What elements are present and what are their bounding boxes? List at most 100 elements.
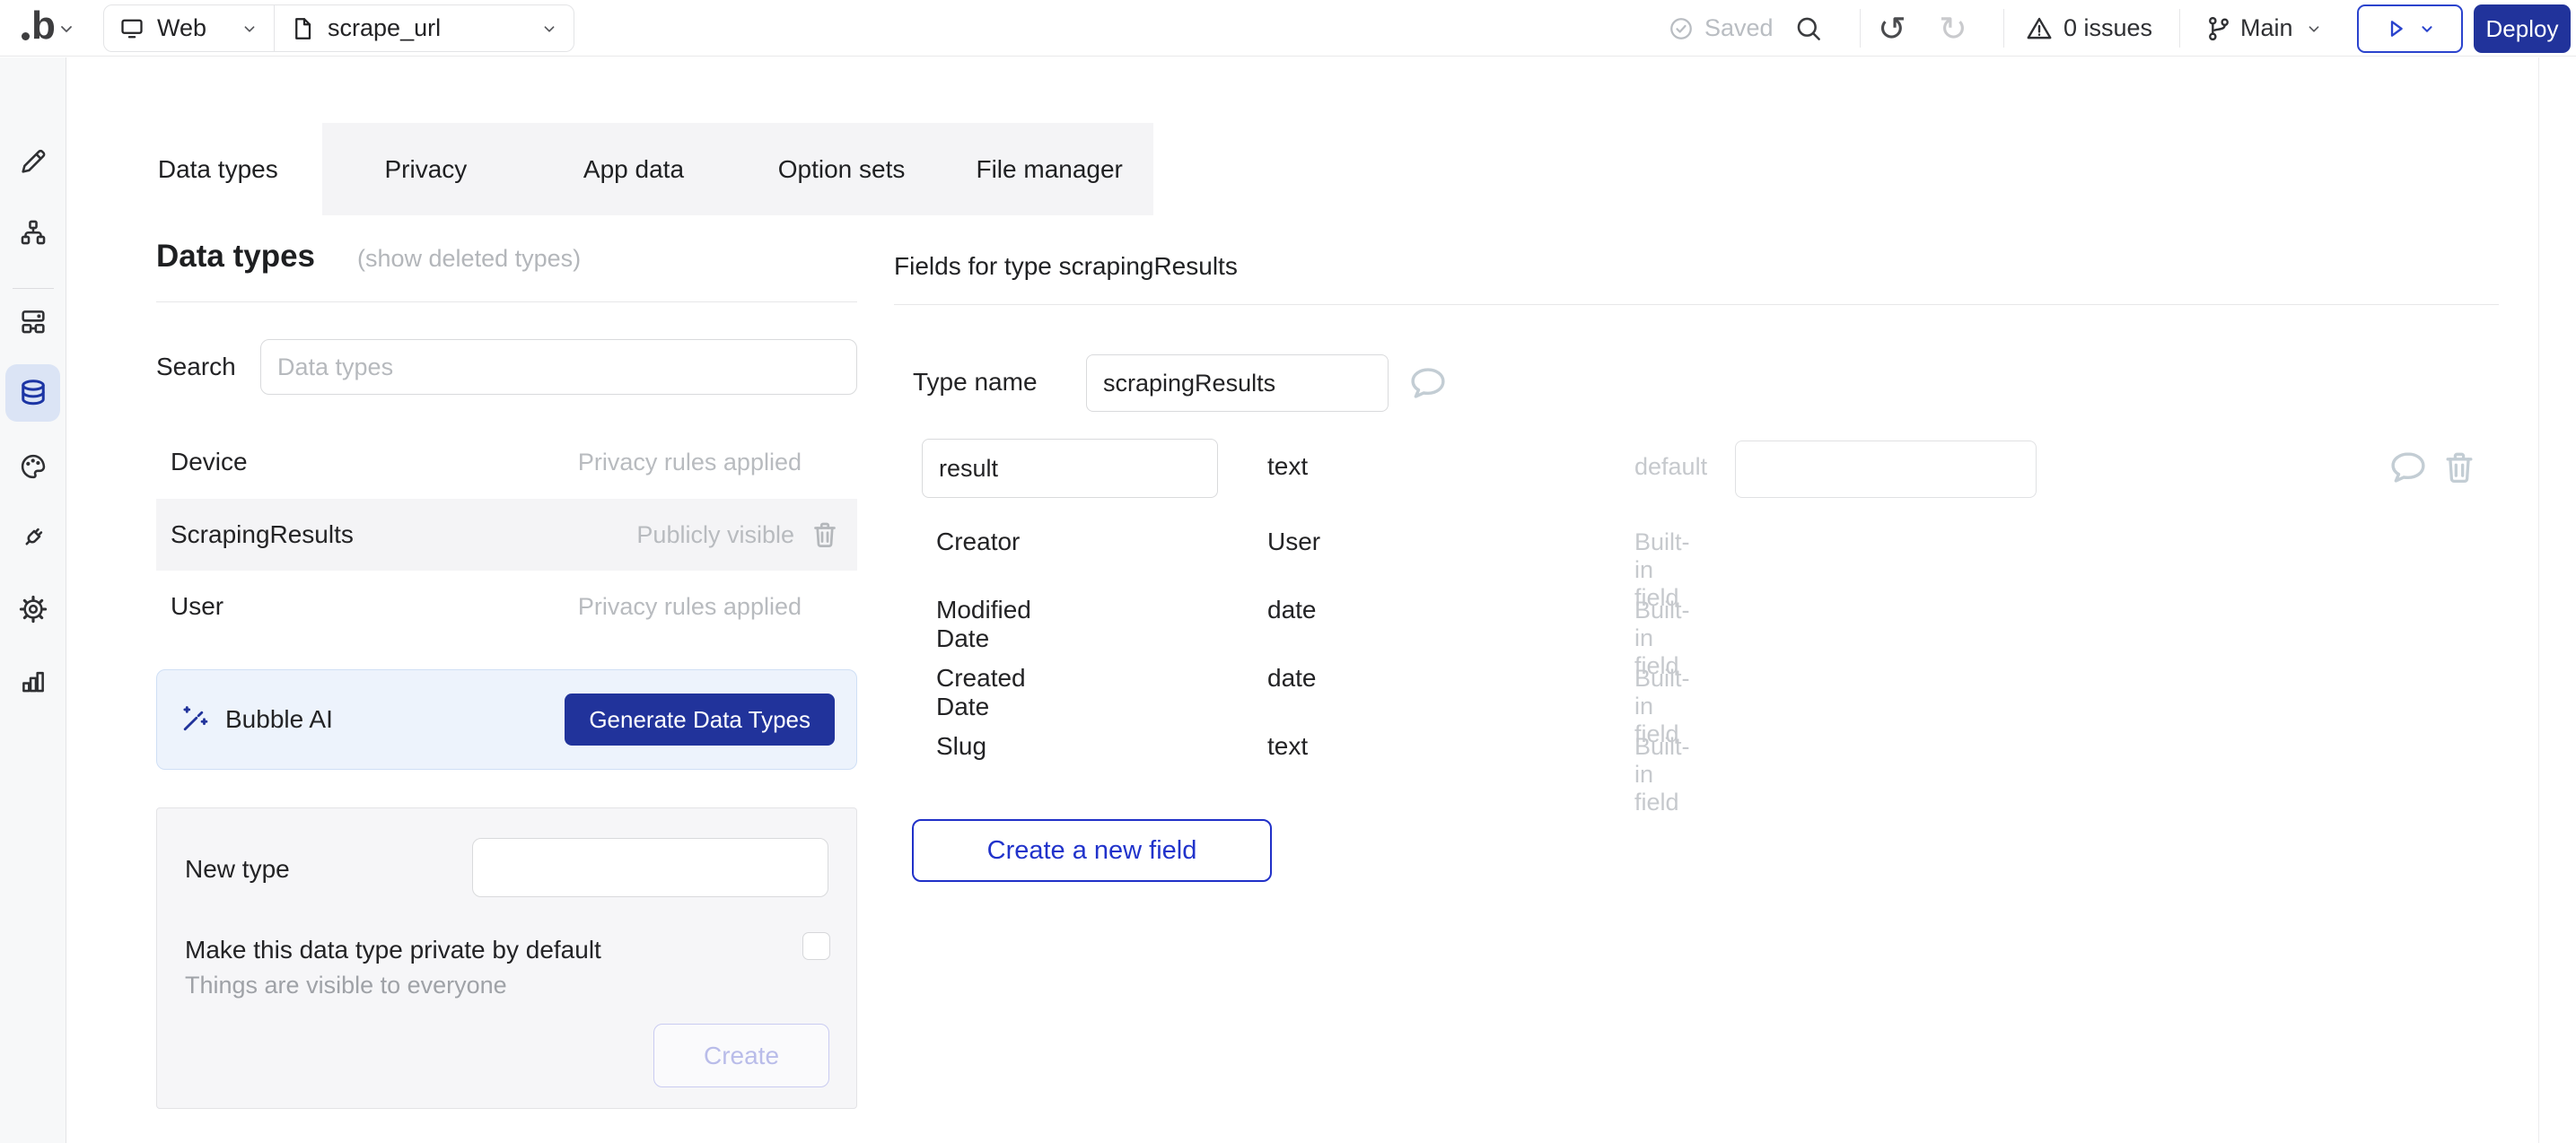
platform-dropdown[interactable]: Web [104, 5, 274, 51]
page-title: Data types [156, 239, 315, 275]
toolbar-separator [2179, 9, 2180, 48]
right-panel-divider [894, 304, 2499, 305]
field-comment-icon[interactable] [2388, 447, 2429, 488]
type-name: ScrapingResults [171, 520, 354, 549]
sidebar-item-logs[interactable] [18, 665, 48, 695]
branch-chevron-down-icon [2304, 19, 2324, 39]
create-type-button[interactable]: Create [653, 1024, 829, 1087]
type-comment-icon[interactable] [1407, 362, 1449, 404]
builtin-field-type: text [1267, 732, 1308, 761]
bubble-logo[interactable]: b [22, 5, 56, 47]
warning-triangle-icon [2025, 14, 2054, 43]
undo-icon: ↺ [1878, 12, 1906, 46]
field-default-input[interactable] [1735, 441, 2037, 498]
builtin-field-flag: Built-in field [1634, 733, 1690, 816]
private-by-default-checkbox[interactable] [802, 932, 830, 960]
left-nav-rail [0, 57, 66, 1143]
git-branch-icon [2204, 14, 2233, 43]
sidebar-item-settings[interactable] [18, 594, 48, 624]
database-icon [17, 377, 49, 409]
issues-indicator[interactable]: 0 issues [2025, 0, 2152, 57]
search-label: Search [156, 353, 260, 381]
file-icon [289, 15, 316, 42]
toolbar-separator [1860, 9, 1861, 48]
type-status: Publicly visible [636, 521, 794, 549]
toolbar-separator [2003, 9, 2004, 48]
tab-app-data[interactable]: App data [530, 123, 738, 215]
new-type-input[interactable] [472, 838, 828, 897]
type-row-device[interactable]: Device Privacy rules applied [156, 426, 857, 498]
play-icon [2383, 16, 2408, 41]
tab-file-manager[interactable]: File manager [945, 123, 1153, 215]
search-row: Search [156, 339, 857, 395]
platform-chevron-down-icon [240, 19, 259, 39]
sidebar-item-data[interactable] [5, 364, 60, 422]
undo-button[interactable]: ↺ [1878, 0, 1906, 57]
search-button[interactable] [1793, 0, 1824, 57]
type-status: Privacy rules applied [578, 449, 802, 476]
type-row-scrapingresults[interactable]: ScrapingResults Publicly visible [156, 499, 857, 571]
type-status: Privacy rules applied [578, 593, 802, 621]
content-right-edge [2538, 57, 2539, 1143]
preview-button[interactable] [2357, 4, 2463, 53]
sidebar-item-workflows[interactable] [18, 217, 48, 248]
rail-divider [13, 288, 54, 289]
field-trash-icon[interactable] [2440, 448, 2481, 489]
visibility-note: Things are visible to everyone [185, 972, 507, 999]
new-type-label: New type [185, 855, 290, 884]
data-section-tabs: Data types Privacy App data Option sets … [114, 123, 1153, 215]
type-name-label: Type name [913, 368, 1038, 397]
show-deleted-types-link[interactable]: (show deleted types) [357, 245, 581, 273]
type-row-user[interactable]: User Privacy rules applied [156, 571, 857, 642]
logo-letter: b [31, 5, 56, 47]
logo-dot [22, 32, 30, 40]
field-type-label[interactable]: text [1267, 452, 1308, 481]
blocks-icon [18, 306, 48, 336]
type-name-input[interactable] [1086, 354, 1389, 412]
redo-icon: ↻ [1939, 12, 1967, 46]
delete-type-trash-icon[interactable] [809, 519, 841, 551]
deploy-label: Deploy [2486, 15, 2559, 43]
preview-chevron-down-icon[interactable] [2417, 19, 2437, 39]
sidebar-item-styles[interactable] [18, 451, 48, 482]
tab-privacy[interactable]: Privacy [322, 123, 530, 215]
bubble-editor: b Web scrape_url [0, 0, 2576, 1143]
platform-label: Web [157, 14, 206, 42]
branch-selector[interactable]: Main [2204, 0, 2324, 57]
fields-heading: Fields for type scrapingResults [894, 252, 1238, 281]
builtin-field-type: date [1267, 664, 1317, 693]
new-type-panel: New type Make this data type private by … [156, 807, 857, 1109]
logo-menu-chevron-down-icon[interactable] [56, 18, 77, 39]
sidebar-item-plugins[interactable] [18, 522, 48, 553]
deploy-button[interactable]: Deploy [2474, 4, 2571, 53]
page-dropdown[interactable]: scrape_url [275, 5, 574, 51]
create-new-field-button[interactable]: Create a new field [912, 819, 1272, 882]
saved-label: Saved [1704, 14, 1774, 42]
builtin-field-name: Slug [936, 732, 986, 761]
field-name-input[interactable] [922, 439, 1218, 498]
top-toolbar: b Web scrape_url [0, 0, 2576, 57]
private-by-default-label: Make this data type private by default [185, 936, 601, 964]
bubble-ai-label: Bubble AI [225, 705, 333, 734]
sitemap-icon [18, 217, 48, 248]
bar-chart-icon [18, 665, 48, 695]
left-panel-divider [156, 301, 857, 302]
sidebar-item-design[interactable] [18, 146, 48, 177]
saved-status: Saved [1668, 0, 1774, 57]
tab-data-types[interactable]: Data types [114, 123, 322, 215]
redo-button[interactable]: ↻ [1939, 0, 1967, 57]
builtin-field-name: Modified Date [936, 596, 1031, 653]
field-default-label: default [1634, 453, 1707, 481]
sidebar-item-components[interactable] [18, 306, 48, 336]
tab-option-sets[interactable]: Option sets [738, 123, 946, 215]
bubble-ai-panel: Bubble AI Generate Data Types [156, 669, 857, 770]
app-context-selector: Web scrape_url [103, 4, 574, 52]
search-input[interactable] [260, 339, 857, 395]
plug-icon [18, 522, 48, 553]
generate-data-types-button[interactable]: Generate Data Types [565, 694, 835, 746]
builtin-field-type: date [1267, 596, 1317, 624]
type-name: User [171, 592, 223, 621]
palette-icon [18, 451, 48, 482]
branch-label: Main [2240, 14, 2293, 42]
builtin-field-type: User [1267, 528, 1320, 556]
